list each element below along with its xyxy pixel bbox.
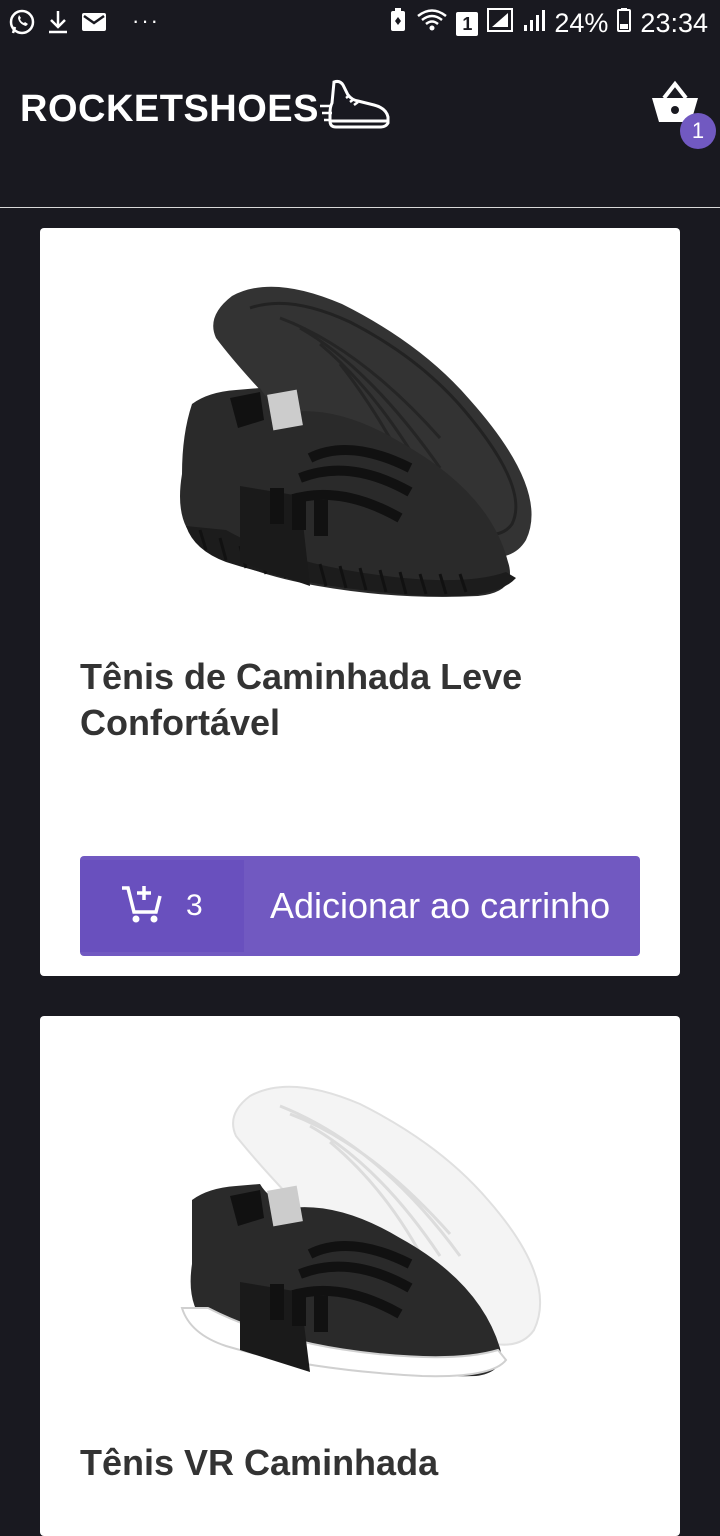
battery-percent: 24%	[554, 8, 609, 38]
clock: 23:34	[640, 8, 708, 38]
cart-amount: 3	[186, 889, 203, 922]
signal-bars-icon	[522, 7, 546, 40]
add-to-cart-label: Adicionar ao carrinho	[270, 885, 611, 926]
whatsapp-icon	[8, 8, 36, 41]
status-bar: ··· 1 24% 23:34	[0, 0, 720, 50]
signal-icon	[486, 7, 514, 40]
wifi-icon	[416, 7, 448, 40]
more-notifications-icon: ···	[132, 7, 160, 33]
brand-logo-text[interactable]: ROCKETSHOES	[20, 88, 319, 131]
sim-slot-badge: 1	[456, 11, 479, 36]
product-image-black-white-sneaker[interactable]	[160, 1056, 560, 1391]
battery-icon	[616, 7, 632, 40]
battery-saver-icon	[388, 6, 408, 41]
add-shopping-cart-icon	[120, 882, 164, 931]
add-to-cart-button[interactable]: 3 Adicionar ao carrinho	[80, 856, 640, 956]
cart-amount-section: 3	[80, 860, 244, 952]
download-icon	[46, 8, 70, 41]
running-shoe-icon	[320, 76, 392, 137]
product-card: Tênis VR Caminhada	[40, 1016, 680, 1536]
product-title: Tênis de Caminhada Leve Confortável	[80, 656, 523, 743]
product-image-black-sneaker[interactable]	[160, 268, 560, 613]
mail-icon	[80, 10, 108, 39]
product-card: Tênis de Caminhada Leve Confortável 3 Ad…	[40, 228, 680, 976]
cart-count-badge[interactable]: 1	[680, 113, 716, 149]
product-title: Tênis VR Caminhada	[80, 1442, 439, 1483]
